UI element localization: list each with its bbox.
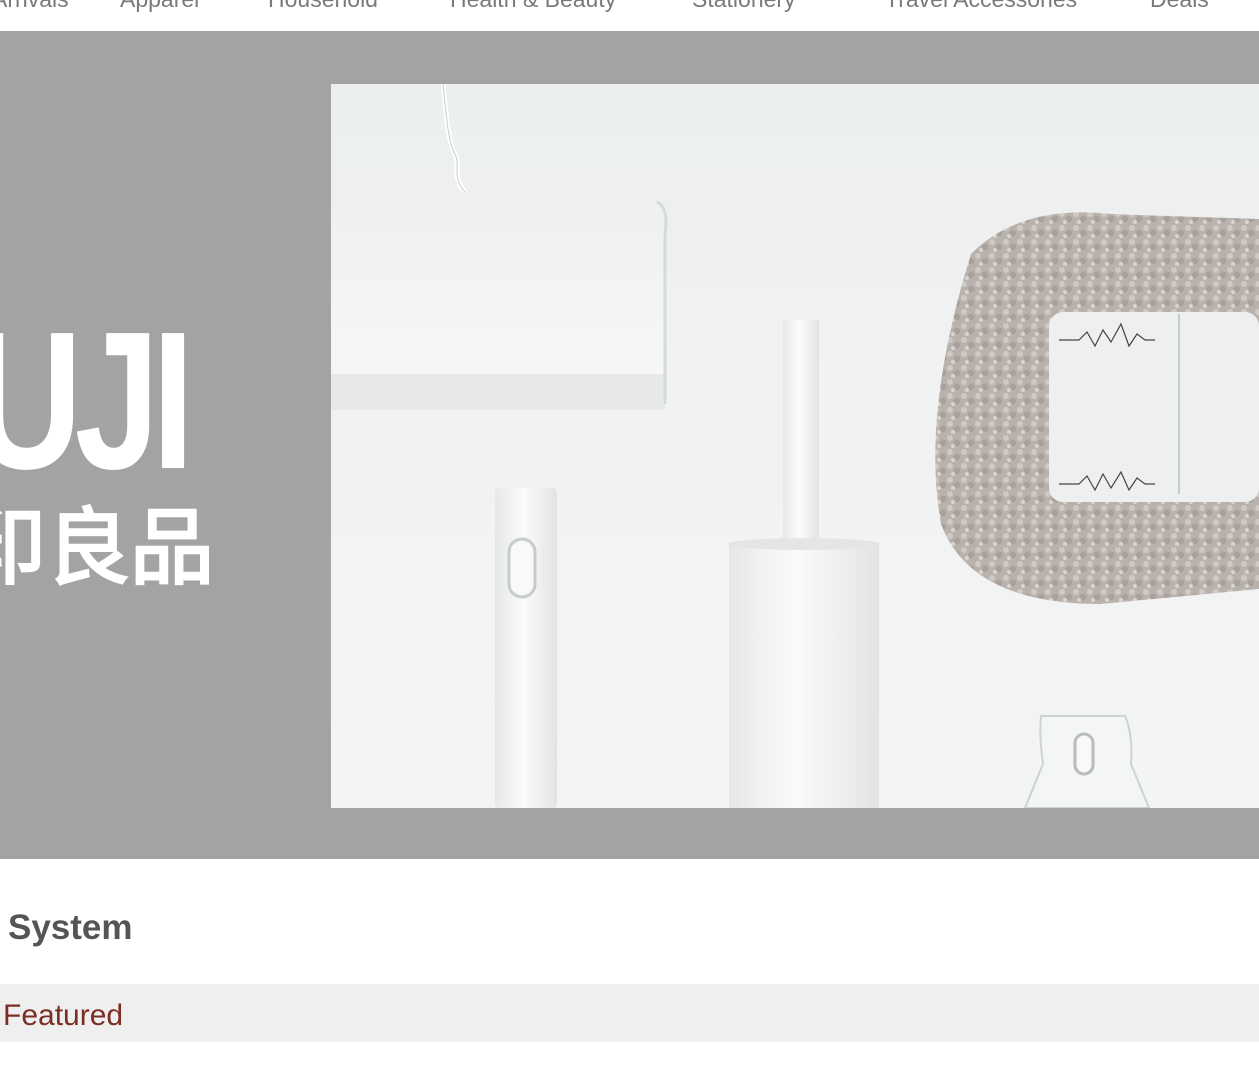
nav-item-stationery[interactable]: Stationery <box>692 0 796 13</box>
brand-logo-text: UJI <box>0 291 194 510</box>
nav-item-arrivals[interactable]: Arrivals <box>0 0 69 13</box>
page-title: System <box>8 908 133 947</box>
tab-featured[interactable]: Featured <box>3 999 123 1033</box>
brush-holder <box>729 542 879 808</box>
brand-logo-kanji: 印良品 <box>0 499 215 597</box>
hanging-hook <box>1023 715 1151 808</box>
nav-item-travel-accessories[interactable]: Travel Accessories <box>885 0 1077 13</box>
hero-banner[interactable]: UJI 印良品 <box>0 31 1259 859</box>
nav-item-household[interactable]: Household <box>268 0 378 13</box>
top-navigation: Arrivals Apparel Household Health & Beau… <box>0 0 1259 31</box>
nav-item-deals[interactable]: Deals <box>1150 0 1209 13</box>
hero-product-photo[interactable] <box>331 84 1259 808</box>
tab-bar: Featured <box>0 984 1259 1042</box>
nav-item-health-beauty[interactable]: Health & Beauty <box>450 0 616 13</box>
fluffy-duster <box>935 212 1259 604</box>
hanging-cable <box>440 84 467 194</box>
handle-tube-left <box>495 488 557 808</box>
nav-item-apparel[interactable]: Apparel <box>120 0 199 13</box>
brush-stick <box>783 320 819 550</box>
cleaning-system-illustration <box>331 84 1259 808</box>
